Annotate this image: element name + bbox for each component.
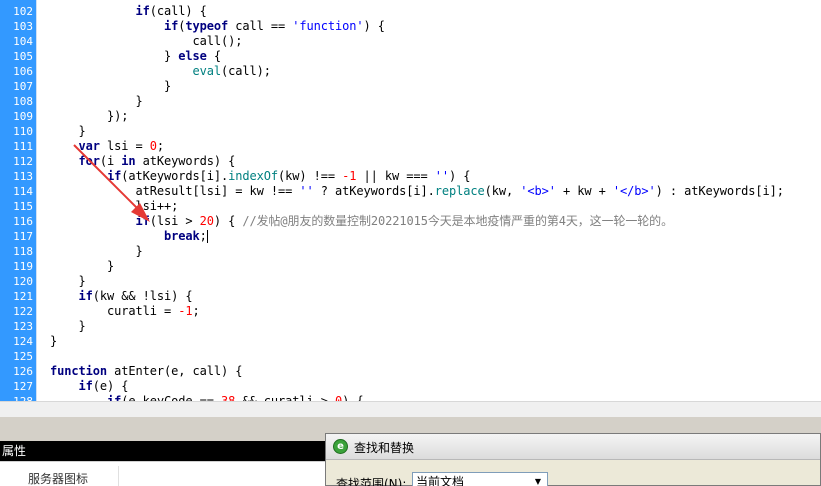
chevron-down-icon[interactable]: ▼ [531, 475, 545, 486]
properties-panel: 属性 服务器图标 [0, 441, 330, 486]
dialog-titlebar[interactable]: e 查找和替换 [326, 434, 820, 460]
search-scope-label: 查找范围(N): [336, 477, 407, 486]
search-scope-value: 当前文档 [416, 475, 465, 486]
find-replace-dialog: e 查找和替换 查找范围(N): 当前文档 ▼ [325, 433, 821, 486]
properties-title: 属性 [0, 441, 330, 461]
search-scope-select[interactable]: 当前文档 ▼ [412, 472, 548, 486]
properties-grid[interactable]: 服务器图标 [0, 461, 330, 486]
app-icon: e [333, 439, 348, 454]
dialog-title: 查找和替换 [354, 441, 415, 455]
red-arrow-annotation [73, 144, 150, 222]
horizontal-scrollbar[interactable] [0, 401, 821, 417]
column-divider [118, 466, 119, 486]
property-row-label[interactable]: 服务器图标 [28, 470, 88, 486]
code-editor[interactable]: 102 if(call) {103 if(typeof call == 'fun… [0, 0, 821, 401]
